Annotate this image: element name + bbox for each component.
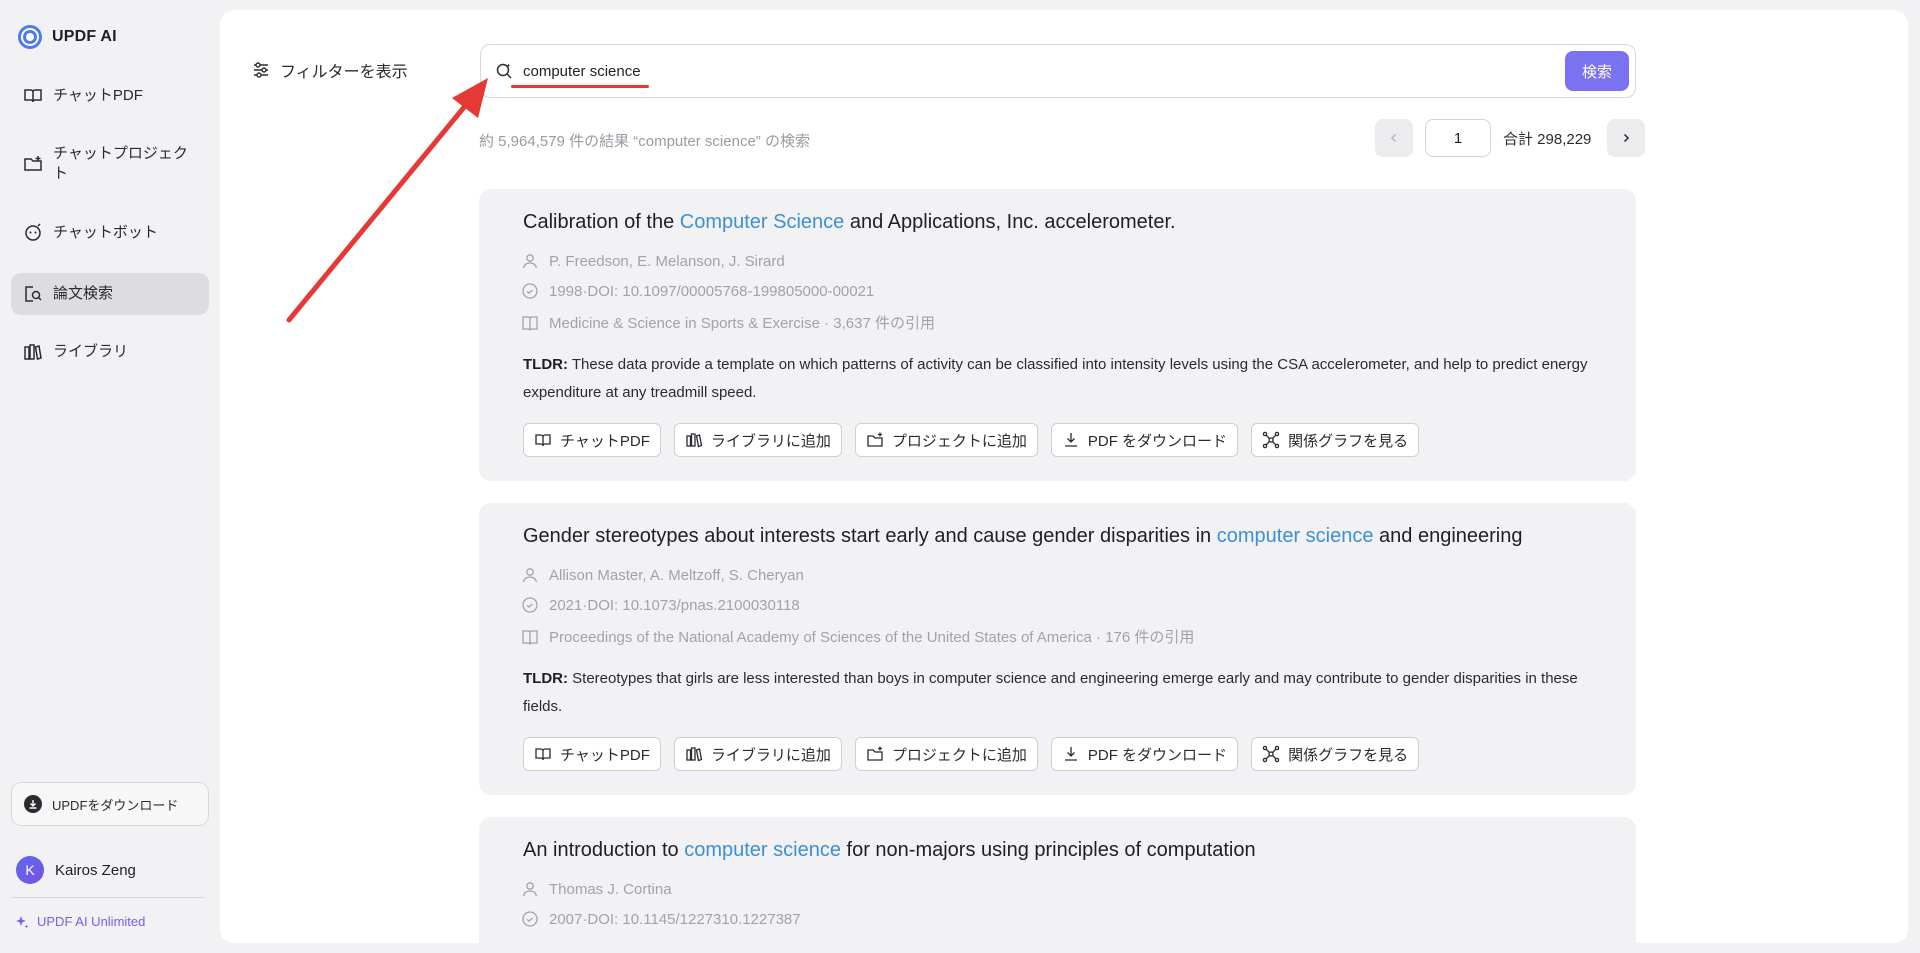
- clock-icon: [522, 597, 538, 613]
- book-open-icon: [24, 89, 42, 103]
- paper-venue: Proceedings of the National Academy of S…: [521, 626, 1194, 647]
- sidebar-item-paper-search[interactable]: 論文検索: [11, 273, 209, 315]
- graph-icon: [1262, 745, 1280, 763]
- sidebar-item-library[interactable]: ライブラリ: [11, 336, 209, 368]
- sidebar-item-chat-project[interactable]: チャットプロジェクト: [11, 140, 209, 188]
- add-to-project-button[interactable]: プロジェクトに追加: [854, 737, 1038, 771]
- download-pdf-button[interactable]: PDF をダウンロード: [1050, 737, 1239, 771]
- paper-authors: Thomas J. Cortina: [521, 880, 672, 898]
- sidebar-divider: [11, 897, 205, 898]
- title-highlight: computer science: [1216, 525, 1374, 547]
- book-open-icon: [535, 434, 551, 447]
- updf-logo-icon: [18, 25, 42, 49]
- chevron-left-icon: [1390, 133, 1397, 143]
- paper-search-icon: [25, 286, 42, 302]
- folder-plus-icon: [867, 746, 883, 761]
- paper-date-doi: 2007·DOI: 10.1145/1227310.1227387: [521, 910, 801, 928]
- page-total: 合計 298,229: [1503, 130, 1592, 148]
- user-icon: [522, 882, 538, 897]
- library-icon: [686, 433, 703, 448]
- sidebar-item-label: チャットPDF: [53, 87, 143, 104]
- search-input[interactable]: [523, 62, 1483, 80]
- prev-page-button[interactable]: [1375, 119, 1413, 157]
- pagination: 1 合計 298,229: [1375, 119, 1646, 157]
- paper-authors: P. Freedson, E. Melanson, J. Sirard: [521, 252, 785, 270]
- unlimited-label: UPDF AI Unlimited: [37, 914, 146, 929]
- annotation-underline: [511, 85, 649, 88]
- download-icon: [1064, 747, 1077, 761]
- paper-date-doi: 2021·DOI: 10.1073/pnas.2100030118: [521, 596, 800, 614]
- clock-icon: [522, 283, 538, 299]
- filter-label: フィルターを表示: [280, 64, 408, 81]
- paper-date-doi: 1998·DOI: 10.1097/00005768-199805000-000…: [521, 282, 874, 300]
- app-name: UPDF AI: [52, 28, 117, 45]
- show-filter-button[interactable]: フィルターを表示: [252, 58, 408, 82]
- sidebar: UPDF AI チャットPDF チャットプロジェクト チャットボット 論文検索 …: [0, 0, 220, 953]
- paper-card: Gender stereotypes about interests start…: [479, 503, 1636, 795]
- title-highlight: Computer Science: [679, 211, 845, 233]
- upgrade-unlimited-link[interactable]: UPDF AI Unlimited: [15, 914, 145, 929]
- library-icon: [686, 747, 703, 762]
- paper-title[interactable]: Gender stereotypes about interests start…: [523, 525, 1523, 548]
- chevron-right-icon: [1624, 133, 1630, 143]
- folder-plus-icon: [867, 432, 883, 447]
- paper-actions: チャットPDF ライブラリに追加 プロジェクトに追加 PDF をダウンロード 関…: [523, 737, 1420, 771]
- paper-actions: チャットPDF ライブラリに追加 プロジェクトに追加 PDF をダウンロード 関…: [523, 423, 1420, 457]
- next-page-button[interactable]: [1607, 119, 1646, 157]
- paper-card: Calibration of the Computer Science and …: [479, 189, 1636, 481]
- user-profile[interactable]: K Kairos Zeng: [16, 856, 136, 884]
- view-relation-graph-button[interactable]: 関係グラフを見る: [1251, 423, 1420, 457]
- avatar: K: [16, 856, 44, 884]
- user-icon: [522, 568, 538, 583]
- ai-search-icon: [496, 63, 512, 79]
- download-pdf-button[interactable]: PDF をダウンロード: [1050, 423, 1239, 457]
- download-icon: [24, 795, 42, 813]
- chat-pdf-button[interactable]: チャットPDF: [523, 737, 661, 771]
- paper-title[interactable]: An introduction to computer science for …: [523, 839, 1256, 862]
- chat-pdf-button[interactable]: チャットPDF: [523, 423, 661, 457]
- view-relation-graph-button[interactable]: 関係グラフを見る: [1251, 737, 1420, 771]
- library-icon: [24, 344, 42, 360]
- download-updf-button[interactable]: UPDFをダウンロード: [11, 782, 209, 826]
- add-to-project-button[interactable]: プロジェクトに追加: [854, 423, 1038, 457]
- paper-venue: Medicine & Science in Sports & Exercise …: [521, 312, 935, 333]
- download-updf-label: UPDFをダウンロード: [52, 797, 179, 813]
- sidebar-item-label: 論文検索: [53, 285, 114, 302]
- search-bar: 検索: [480, 44, 1636, 98]
- paper-title[interactable]: Calibration of the Computer Science and …: [523, 211, 1176, 234]
- sidebar-item-label: ライブラリ: [53, 343, 129, 360]
- folder-plus-icon: [24, 156, 42, 171]
- sparkle-icon: [16, 915, 29, 928]
- paper-tldr: TLDR: These data provide a template on w…: [523, 356, 1588, 401]
- user-name: Kairos Zeng: [55, 861, 136, 879]
- chatbot-icon: [25, 223, 41, 241]
- result-count: 約 5,964,579 件の結果 “computer science” の検索: [479, 133, 810, 150]
- add-to-library-button[interactable]: ライブラリに追加: [673, 737, 842, 771]
- download-icon: [1064, 433, 1077, 447]
- main-panel: フィルターを表示 検索 約 5,964,579 件の結果 “computer s…: [220, 10, 1908, 943]
- graph-icon: [1262, 431, 1280, 449]
- sidebar-item-label: チャットボット: [53, 224, 158, 241]
- book-icon: [522, 629, 538, 645]
- add-to-library-button[interactable]: ライブラリに追加: [673, 423, 842, 457]
- sidebar-item-label: チャットプロジェクト: [53, 145, 188, 182]
- title-highlight: computer science: [684, 839, 841, 861]
- clock-icon: [522, 911, 538, 927]
- book-icon: [522, 315, 538, 331]
- brand[interactable]: UPDF AI: [17, 24, 117, 50]
- sliders-icon: [254, 62, 268, 78]
- page-number-input[interactable]: 1: [1425, 119, 1491, 157]
- paper-card: An introduction to computer science for …: [479, 817, 1636, 943]
- paper-authors: Allison Master, A. Meltzoff, S. Cheryan: [521, 566, 804, 584]
- book-open-icon: [535, 748, 551, 761]
- sidebar-item-chatbot[interactable]: チャットボット: [11, 217, 209, 249]
- user-icon: [522, 254, 538, 269]
- search-button[interactable]: 検索: [1565, 51, 1629, 91]
- paper-tldr: TLDR: Stereotypes that girls are less in…: [523, 670, 1578, 715]
- sidebar-item-chat-pdf[interactable]: チャットPDF: [11, 80, 209, 112]
